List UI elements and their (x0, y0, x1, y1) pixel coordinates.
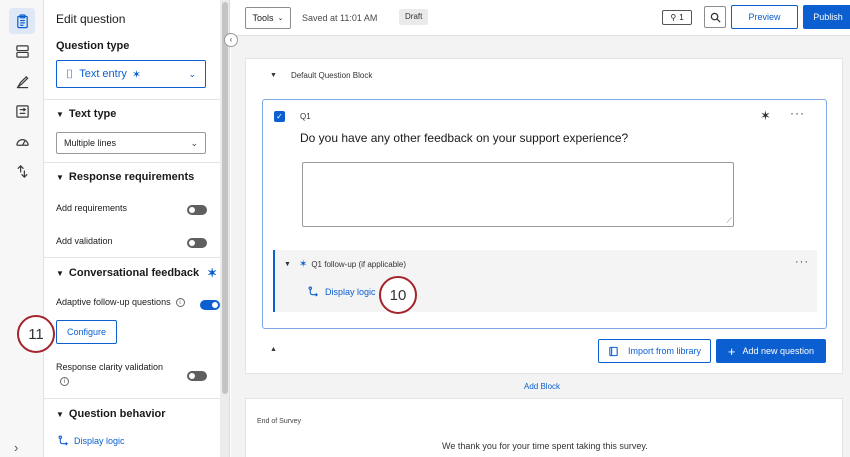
question-text[interactable]: Do you have any other feedback on your s… (300, 131, 628, 145)
display-logic-icon (58, 435, 68, 446)
preview-button[interactable]: Preview (731, 5, 798, 29)
text-type-select[interactable]: Multiple lines ⌄ (56, 132, 206, 154)
resize-handle-icon[interactable]: ⟋ (726, 216, 732, 226)
question-number: Q1 (300, 112, 311, 121)
display-logic-icon (308, 286, 318, 297)
info-icon[interactable]: i (60, 377, 69, 386)
block-name: Default Question Block (290, 71, 373, 80)
chevron-down-icon: ⌄ (188, 68, 196, 79)
response-clarity-toggle[interactable] (187, 371, 207, 381)
caret-down-icon: ▼ (56, 109, 64, 119)
add-requirements-toggle[interactable] (187, 205, 207, 215)
adaptive-followup-row: Adaptive follow-up questions i (56, 297, 185, 307)
followup-label: Q1 follow-up (if applicable) (311, 260, 407, 269)
add-validation-toggle[interactable] (187, 238, 207, 248)
callout-marker: 11 (17, 315, 55, 353)
text-type-heading-label: Text type (68, 108, 117, 120)
add-new-question-button[interactable]: + Add new question (716, 339, 826, 363)
add-validation-label: Add validation (56, 236, 113, 246)
lightbulb-icon: ⚲ (670, 13, 677, 22)
divider (44, 398, 220, 399)
followup-header[interactable]: ▼ ✶ Q1 follow-up (if applicable) (284, 259, 406, 270)
text-entry-icon: ⌷ (66, 66, 74, 81)
info-icon[interactable]: i (175, 297, 185, 307)
draft-badge: Draft (399, 9, 429, 25)
search-button[interactable] (704, 6, 726, 28)
survey-icon[interactable] (9, 8, 35, 34)
caret-down-icon: ▼ (56, 172, 64, 182)
tools-button[interactable]: Tools ⌄ (245, 7, 291, 29)
top-toolbar: Tools ⌄ Saved at 11:01 AM Draft ⚲ 1 Prev… (231, 0, 850, 36)
expand-nav-icon[interactable]: › (14, 440, 18, 455)
chevron-down-icon: ⌄ (277, 15, 284, 22)
question-type-label: Question type (56, 40, 130, 52)
block-header[interactable]: ▼ Default Question Block (270, 71, 372, 80)
conversational-feedback-heading[interactable]: ▼ Conversational feedback ✶ (56, 266, 217, 280)
display-logic-link[interactable]: Display logic (58, 435, 125, 446)
followup-more-icon[interactable]: ··· (795, 256, 809, 268)
end-of-survey-message[interactable]: We thank you for your time spent taking … (442, 441, 648, 451)
question-type-select[interactable]: ⌷ Text entry ✶ ⌄ (56, 60, 206, 88)
sparkle-icon: ✶ (131, 68, 142, 81)
panel-title: Edit question (56, 12, 126, 26)
add-block-link[interactable]: Add Block (524, 382, 560, 391)
scrollbar-thumb[interactable] (222, 2, 228, 394)
import-label: Import from library (627, 346, 701, 356)
tools-label: Tools (252, 13, 274, 23)
text-type-heading[interactable]: ▼ Text type (56, 108, 116, 120)
followup-display-logic-link[interactable]: Display logic (308, 286, 376, 297)
caret-down-icon: ▼ (56, 409, 64, 419)
caret-down-icon: ▼ (270, 72, 277, 79)
panel-scrollbar[interactable] (220, 0, 230, 457)
import-from-library-button[interactable]: Import from library (598, 339, 711, 363)
divider (44, 257, 220, 258)
library-icon (609, 346, 618, 356)
sparkle-icon: ✶ (207, 266, 218, 280)
add-question-label: Add new question (742, 346, 815, 356)
more-options-icon[interactable]: ··· (790, 106, 805, 120)
blocks-icon[interactable] (9, 38, 35, 64)
configure-button[interactable]: Configure (56, 320, 117, 344)
edit-question-panel: Edit question Question type ⌷ Text entry… (44, 0, 220, 457)
display-logic-label: Display logic (74, 435, 125, 446)
suggestions-count: 1 (679, 13, 684, 22)
conversational-feedback-heading-label: Conversational feedback (68, 267, 200, 279)
sparkle-icon[interactable]: ✶ (760, 108, 771, 124)
callout-marker: 10 (379, 276, 417, 314)
text-type-value: Multiple lines (64, 138, 117, 148)
question-select-checkbox[interactable]: ✓ (274, 111, 285, 122)
sparkle-icon: ✶ (298, 259, 308, 270)
caret-up-icon[interactable]: ▲ (270, 346, 277, 353)
response-requirements-heading[interactable]: ▼ Response requirements (56, 171, 194, 183)
response-clarity-label: Response clarity validation (56, 362, 164, 372)
divider (44, 162, 220, 163)
translate-icon[interactable] (9, 158, 35, 184)
survey-flow-icon[interactable] (9, 98, 35, 124)
suggestions-button[interactable]: ⚲ 1 (662, 10, 692, 25)
answer-textarea[interactable]: ⟋ (302, 162, 734, 227)
left-nav-rail: › (0, 0, 44, 457)
adaptive-followup-label: Adaptive follow-up questions (56, 297, 171, 307)
saved-status: Saved at 11:01 AM (302, 13, 378, 23)
caret-down-icon: ▼ (284, 261, 291, 268)
adaptive-followup-toggle[interactable] (200, 300, 220, 310)
caret-down-icon: ▼ (56, 268, 64, 278)
question-behavior-heading-label: Question behavior (68, 408, 166, 420)
add-requirements-label: Add requirements (56, 203, 128, 213)
look-and-feel-icon[interactable] (9, 68, 35, 94)
divider (44, 99, 220, 100)
dashboard-icon[interactable] (9, 128, 35, 154)
chevron-down-icon: ⌄ (190, 137, 198, 148)
publish-button[interactable]: Publish (803, 5, 850, 29)
plus-icon: + (727, 343, 736, 359)
question-type-value: Text entry (79, 68, 127, 80)
collapse-panel-button[interactable]: ‹ (224, 33, 238, 47)
response-requirements-heading-label: Response requirements (68, 171, 195, 183)
question-behavior-heading[interactable]: ▼ Question behavior (56, 408, 166, 420)
followup-display-logic-label: Display logic (325, 286, 376, 297)
search-icon (710, 12, 721, 23)
end-of-survey-label: End of Survey (257, 418, 301, 425)
